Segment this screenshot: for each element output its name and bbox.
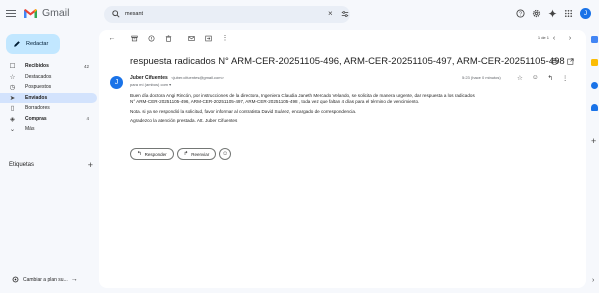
inbox-icon: ☐ — [9, 63, 16, 71]
chevron-right-icon[interactable]: › — [566, 34, 574, 42]
delete-trash-icon[interactable] — [164, 34, 172, 42]
close-icon[interactable]: × — [328, 9, 333, 18]
sidebar-item-inbox[interactable]: ☐ Recibidos 42 — [0, 61, 97, 72]
emoji-react-button[interactable]: ☺ — [219, 148, 232, 160]
sidebar-item-label: Más — [25, 126, 35, 133]
pencil-icon — [14, 41, 20, 47]
recipient-details[interactable]: para mí (ambos) com ▾ — [130, 82, 171, 87]
tag-icon: ◈ — [10, 115, 15, 123]
star-icon: ☆ — [9, 73, 16, 81]
keep-icon[interactable] — [591, 59, 598, 66]
print-icon[interactable] — [551, 58, 558, 67]
more-vertical-icon[interactable]: ⋮ — [221, 34, 229, 42]
compose-label: Redactar — [26, 41, 49, 47]
settings-gear-icon[interactable] — [532, 9, 541, 18]
svg-text:?: ? — [519, 11, 522, 17]
reply-actions: ↰ Responder ↱ Reenviar ☺ — [130, 148, 232, 160]
sidebar-item-label: Pospuestos — [25, 84, 52, 91]
body-paragraph: Agradezco la atención prestada. Att. Jub… — [130, 117, 238, 123]
move-to-icon[interactable] — [204, 34, 212, 42]
help-icon[interactable]: ? — [516, 9, 525, 18]
forward-button[interactable]: ↱ Reenviar — [176, 148, 217, 160]
email-panel: ← ⋮ 1 de 1 ‹ › respuesta radicados N° AR… — [99, 30, 586, 288]
labels-section-header: Etiquetas + — [9, 160, 93, 170]
body-paragraph: N° ARM-CER-20251105-496, ARM-CER-2025110… — [130, 99, 420, 105]
email-body: Buen día doctora Angi Rincón, por instru… — [130, 93, 580, 127]
star-icon[interactable]: ☆ — [517, 74, 523, 82]
back-arrow-icon[interactable]: ← — [108, 34, 116, 42]
sidebar-item-count: 4 — [86, 116, 89, 122]
labels-title: Etiquetas — [9, 162, 35, 168]
gemini-sparkle-icon[interactable] — [548, 9, 557, 18]
sender-email: <juber.cifuentes@gmail.com> — [171, 75, 224, 80]
sender-avatar[interactable]: J — [110, 76, 123, 89]
reply-label: Responder — [144, 151, 167, 157]
report-spam-icon[interactable] — [147, 34, 155, 42]
send-icon: ➤ — [9, 94, 16, 102]
refresh-icon — [12, 276, 19, 283]
forward-arrow-icon: ↱ — [183, 151, 189, 157]
draft-icon: ▯ — [10, 105, 15, 113]
arrow-right-icon: → — [70, 276, 78, 283]
side-panel-rail: + › — [588, 0, 599, 293]
search-icon[interactable] — [112, 10, 120, 18]
gmail-logo[interactable]: Gmail — [23, 7, 69, 19]
chevron-right-icon[interactable]: › — [592, 277, 594, 284]
reply-button[interactable]: ↰ Responder — [130, 148, 174, 160]
emoji-react-icon[interactable]: ☺ — [532, 74, 539, 82]
gmail-m-icon — [24, 8, 37, 18]
sidebar-item-starred[interactable]: ☆ Destacados — [0, 72, 97, 83]
sidebar-item-purchases[interactable]: ◈ Compras 4 — [0, 114, 97, 125]
switch-plan-button[interactable]: Cambiar a plan su... → — [12, 276, 78, 283]
subject-actions — [551, 58, 574, 67]
sidebar-item-drafts[interactable]: ▯ Borradores — [0, 103, 97, 114]
reply-arrow-icon: ↰ — [137, 151, 142, 157]
more-vertical-icon[interactable]: ⋮ — [562, 74, 569, 82]
calendar-icon[interactable] — [591, 36, 598, 43]
sidebar-item-label: Compras — [25, 115, 47, 122]
sidebar-nav: ☐ Recibidos 42 ☆ Destacados ◷ Pospuestos ➤ Envia… — [0, 61, 97, 135]
email-date: 5:23 (hace 0 minutos) — [462, 75, 501, 80]
search-bar[interactable]: mesant × — [104, 6, 350, 23]
filter-options-icon[interactable] — [341, 10, 349, 18]
archive-icon[interactable] — [130, 34, 138, 42]
app-name: Gmail — [42, 7, 70, 19]
sender-info: Juber Cifuentes <juber.cifuentes@gmail.c… — [130, 75, 224, 81]
sidebar-item-label: Enviados — [25, 94, 48, 101]
sidebar-item-sent[interactable]: ➤ Enviados — [0, 92, 97, 103]
sidebar-item-snoozed[interactable]: ◷ Pospuestos — [0, 82, 97, 93]
mark-unread-icon[interactable] — [187, 34, 195, 42]
smiley-icon: ☺ — [222, 151, 229, 157]
forward-label: Reenviar — [191, 151, 210, 157]
sidebar-item-label: Destacados — [25, 73, 52, 80]
sidebar-item-label: Recibidos — [25, 63, 49, 70]
body-paragraph: Nota. si ya se respondió la solicitud, f… — [130, 108, 357, 114]
switch-plan-label: Cambiar a plan su... — [23, 276, 68, 283]
sidebar-item-count: 42 — [83, 63, 89, 69]
main-menu-icon[interactable] — [6, 8, 16, 18]
open-new-window-icon[interactable] — [567, 58, 574, 67]
add-label-icon[interactable]: + — [88, 160, 93, 170]
contacts-icon[interactable] — [591, 104, 598, 111]
search-input[interactable]: mesant — [125, 11, 143, 17]
compose-button[interactable]: Redactar — [6, 34, 60, 54]
email-subject: respuesta radicados N° ARM-CER-20251105-… — [130, 56, 565, 67]
chevron-left-icon[interactable]: ‹ — [550, 34, 558, 42]
reply-icon[interactable]: ↰ — [547, 74, 552, 82]
chevron-down-icon: ⌄ — [9, 126, 16, 134]
top-actions: ? J — [516, 8, 591, 19]
pagination-text: 1 de 1 — [537, 35, 549, 40]
top-bar: Gmail mesant × ? J — [0, 0, 599, 30]
sidebar-item-label: Borradores — [25, 105, 50, 112]
tasks-icon[interactable] — [591, 82, 598, 89]
add-addon-icon[interactable]: + — [591, 136, 596, 146]
email-toolbar: ← ⋮ 1 de 1 ‹ › — [99, 30, 586, 46]
sender-name[interactable]: Juber Cifuentes — [130, 75, 168, 81]
sidebar-item-more[interactable]: ⌄ Más — [0, 124, 97, 135]
apps-grid-icon[interactable] — [564, 9, 573, 18]
clock-icon: ◷ — [9, 84, 16, 92]
message-actions: ☆ ☺ ↰ ⋮ — [517, 74, 568, 82]
